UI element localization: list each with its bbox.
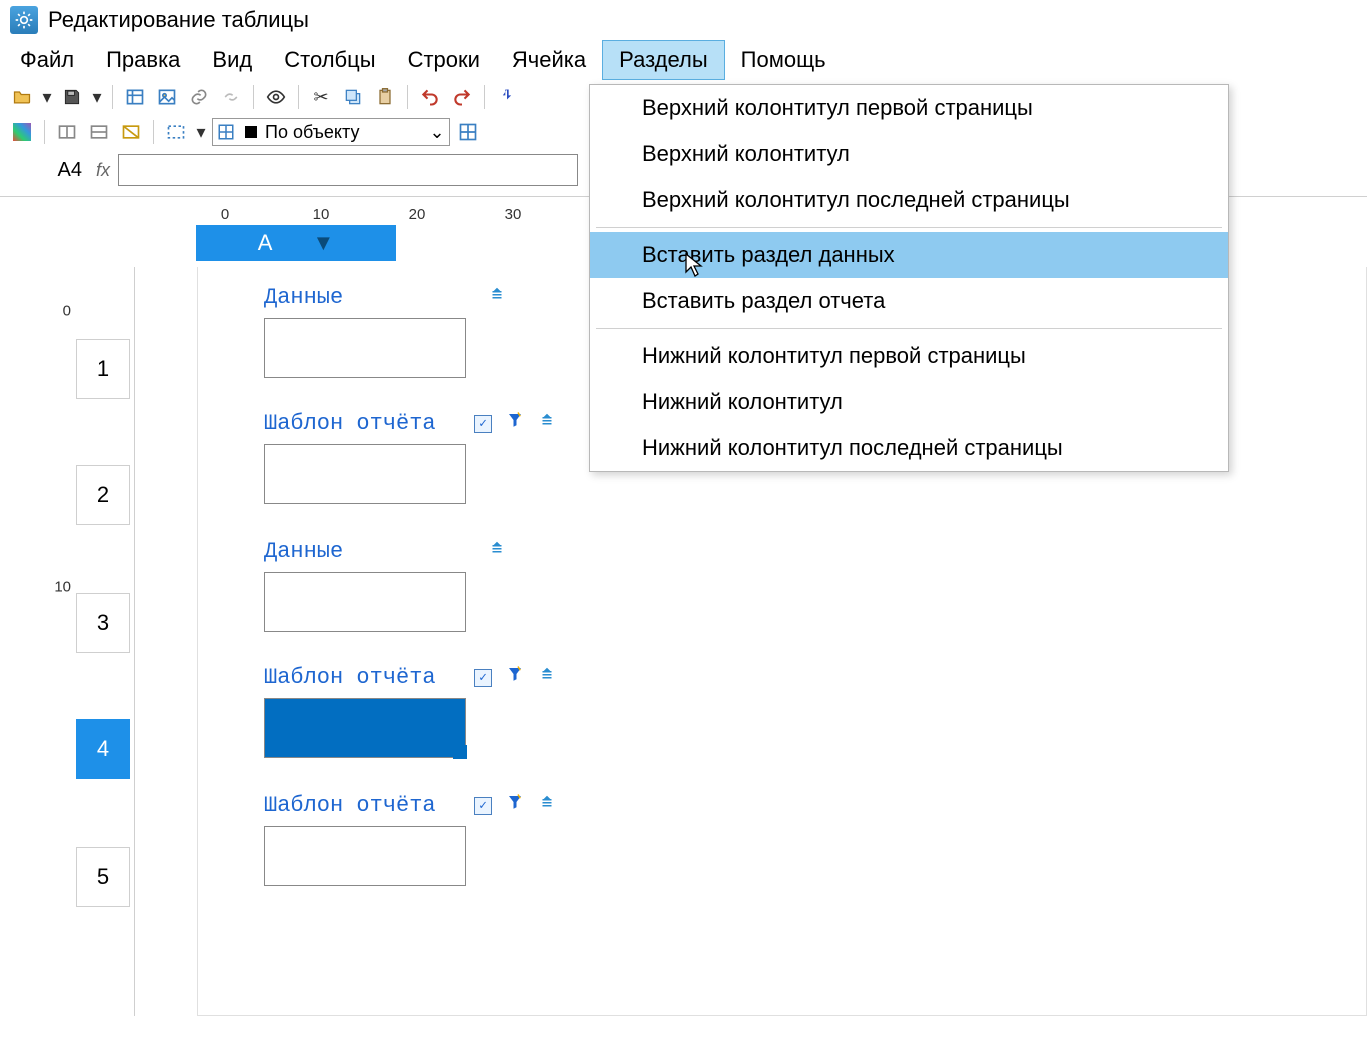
menu-view[interactable]: Вид [196,41,268,79]
section-header[interactable]: Данные [264,539,506,564]
sort-icon[interactable] [538,411,556,436]
open-icon[interactable] [8,84,36,110]
row-number[interactable]: 3 [76,593,130,653]
border-dropdown-icon[interactable]: ▾ [194,122,208,143]
dropdown-separator [596,227,1222,228]
section: Данные [264,285,506,378]
merge-cells-icon[interactable] [53,119,81,145]
insert-table-icon[interactable] [121,84,149,110]
section-header[interactable]: Данные [264,285,506,310]
section-title: Шаблон отчёта [264,411,474,436]
checkbox-icon[interactable]: ✓ [474,669,492,687]
menu-rows[interactable]: Строки [392,41,496,79]
open-dropdown-icon[interactable]: ▾ [40,87,54,108]
dropdown-item[interactable]: Верхний колонтитул [590,131,1228,177]
row-number[interactable]: 1 [76,339,130,399]
save-icon[interactable] [58,84,86,110]
section-header[interactable]: Шаблон отчёта✓ [264,793,556,818]
section: Данные [264,539,506,632]
dropdown-item[interactable]: Нижний колонтитул первой страницы [590,333,1228,379]
vertical-ruler: 010 [49,267,75,1016]
menu-edit[interactable]: Правка [90,41,196,79]
sort-icon[interactable] [538,793,556,818]
grid-toggle-icon[interactable] [454,119,482,145]
section-header[interactable]: Шаблон отчёта✓ [264,665,556,690]
sections-dropdown: Верхний колонтитул первой страницыВерхни… [589,84,1229,472]
dropdown-item[interactable]: Нижний колонтитул последней страницы [590,425,1228,471]
horizontal-ruler: 0 10 20 30 40 [177,197,657,223]
menu-file[interactable]: Файл [4,41,90,79]
cell[interactable] [264,318,466,378]
paste-icon[interactable] [371,84,399,110]
dropdown-item[interactable]: Вставить раздел данных [590,232,1228,278]
row-number[interactable]: 2 [76,465,130,525]
filter-icon[interactable] [506,793,524,818]
filter-icon[interactable] [506,411,524,436]
sort-icon[interactable] [538,665,556,690]
split-cells-icon[interactable] [85,119,113,145]
app-icon [10,6,38,34]
main-menu-bar: Файл Правка Вид Столбцы Строки Ячейка Ра… [0,40,1367,80]
cut-icon[interactable]: ✂ [307,84,335,110]
dropdown-item[interactable]: Верхний колонтитул последней страницы [590,177,1228,223]
menu-cell[interactable]: Ячейка [496,41,602,79]
redo-icon[interactable] [448,84,476,110]
dropdown-item[interactable]: Верхний колонтитул первой страницы [590,85,1228,131]
cell-fill-icon[interactable] [117,119,145,145]
section-title: Данные [264,285,474,310]
sort-icon[interactable] [488,285,506,310]
link-icon[interactable] [185,84,213,110]
fit-mode-combo[interactable]: По объекту ⌄ [212,118,450,146]
color-theme-icon[interactable] [8,119,36,145]
preview-icon[interactable] [262,84,290,110]
save-dropdown-icon[interactable]: ▾ [90,87,104,108]
unlink-icon[interactable] [217,84,245,110]
cell-reference[interactable]: A4 [8,159,88,182]
chevron-down-icon: ⌄ [429,122,444,143]
checkbox-icon[interactable]: ✓ [474,415,492,433]
section: Шаблон отчёта✓ [264,411,556,504]
menu-help[interactable]: Помощь [725,41,842,79]
section: Шаблон отчёта✓ [264,665,556,758]
dropdown-separator [596,328,1222,329]
row-gutter: 1 2 3 4 5 [76,267,130,1016]
row-number[interactable]: 5 [76,847,130,907]
column-dropdown-icon[interactable]: ▼ [312,230,334,256]
cell[interactable] [264,444,466,504]
section-title: Шаблон отчёта [264,793,474,818]
section-header[interactable]: Шаблон отчёта✓ [264,411,556,436]
section-title: Данные [264,539,474,564]
formula-input[interactable] [118,154,578,186]
fx-label: fx [96,160,110,181]
copy-icon[interactable] [339,84,367,110]
column-header-a[interactable]: A ▼ [196,225,396,261]
insert-image-icon[interactable] [153,84,181,110]
row-number[interactable]: 4 [76,719,130,779]
dropdown-item[interactable]: Нижний колонтитул [590,379,1228,425]
undo-icon[interactable] [416,84,444,110]
window-title: Редактирование таблицы [48,7,309,33]
cell[interactable] [264,572,466,632]
dropdown-item[interactable]: Вставить раздел отчета [590,278,1228,324]
checkbox-icon[interactable]: ✓ [474,797,492,815]
sort-icon[interactable] [488,539,506,564]
cell[interactable] [264,826,466,886]
cell[interactable] [264,698,466,758]
menu-columns[interactable]: Столбцы [268,41,391,79]
section-title: Шаблон отчёта [264,665,474,690]
download-icon[interactable] [493,84,521,110]
filter-icon[interactable] [506,665,524,690]
border-style-icon[interactable] [162,119,190,145]
section: Шаблон отчёта✓ [264,793,556,886]
menu-sections[interactable]: Разделы [602,40,725,80]
